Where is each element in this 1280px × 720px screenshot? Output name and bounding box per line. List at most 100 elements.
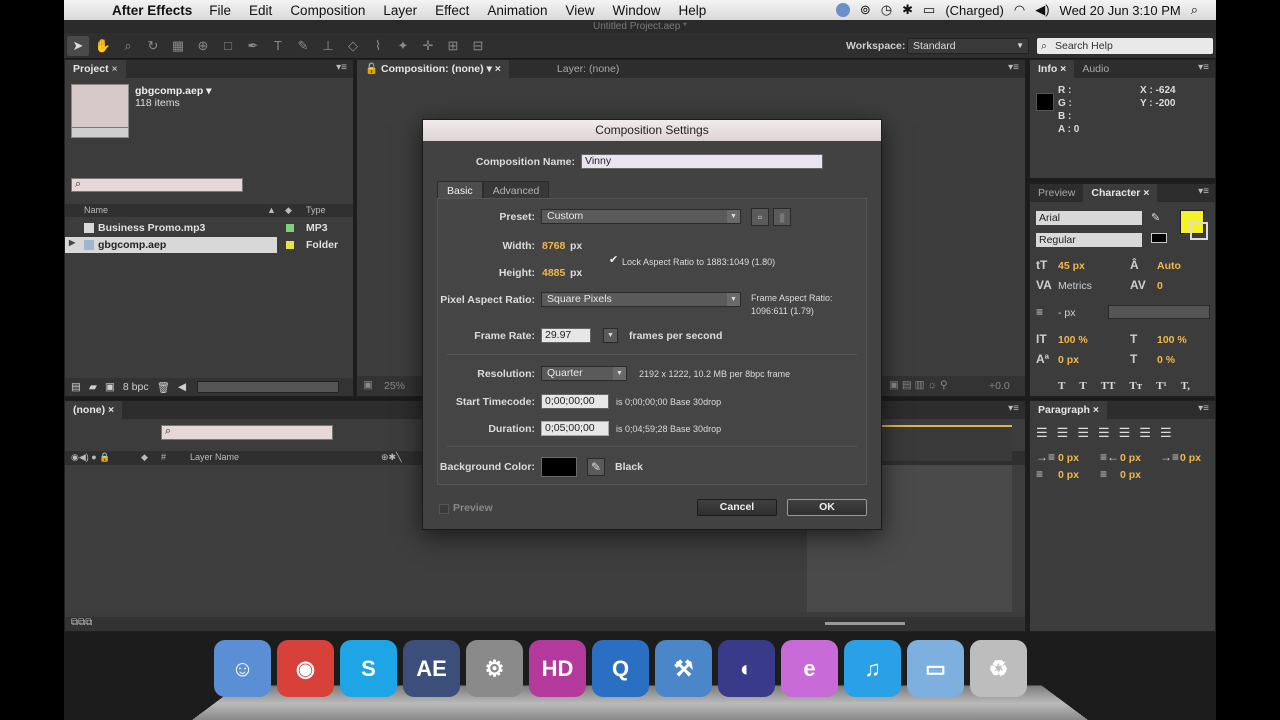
trash-icon[interactable]: 🗑 [157, 381, 170, 394]
exposure-value[interactable]: +0.0 [989, 380, 1010, 392]
height-value[interactable]: 4885 [542, 267, 565, 279]
tab-preview[interactable]: Preview [1030, 184, 1083, 202]
tab-info[interactable]: Info × [1030, 60, 1075, 78]
itunes-icon[interactable]: ♫ [844, 640, 901, 697]
font-size-value[interactable]: 45 px [1058, 260, 1085, 272]
bluetooth-icon[interactable]: ✱ [902, 2, 913, 18]
rotation-tool-icon[interactable]: ↻ [142, 36, 164, 56]
font-family-select[interactable]: Arial [1036, 211, 1142, 225]
name-column-header[interactable]: Name [84, 205, 108, 215]
interpret-footage-icon[interactable]: ▤ [71, 381, 81, 393]
subscript-button[interactable]: T, [1181, 380, 1190, 392]
superscript-button[interactable]: T¹ [1156, 380, 1167, 392]
menu-layer[interactable]: Layer [374, 3, 426, 18]
vertical-scale-value[interactable]: 100 % [1058, 334, 1088, 346]
tab-basic[interactable]: Basic [437, 181, 483, 199]
stroke-width-value[interactable]: - px [1058, 307, 1076, 319]
composition-name-field[interactable]: Vinny [581, 154, 823, 169]
eraser-tool-icon[interactable]: ◇ [342, 36, 364, 56]
scroll-left-icon[interactable]: ◀ [178, 381, 186, 393]
stroke-color-swatch[interactable] [1190, 222, 1208, 240]
battery-status[interactable]: (Charged) [945, 3, 1004, 18]
clock[interactable]: Wed 20 Jun 3:10 PM [1060, 3, 1181, 18]
space-before-value[interactable]: 0 px [1058, 469, 1079, 481]
eyedropper-icon[interactable]: ✎ [587, 458, 605, 476]
eyedropper-icon[interactable]: ✎ [1151, 211, 1160, 224]
tab-layer[interactable]: Layer: (none) [549, 60, 627, 78]
delete-preset-icon[interactable]: ▮ [773, 208, 791, 226]
panel-menu-icon[interactable]: ▾≡ [1198, 186, 1209, 197]
kerning-value[interactable]: Metrics [1058, 280, 1092, 292]
menu-file[interactable]: File [200, 3, 240, 18]
justify-last-left-icon[interactable]: ☰ [1098, 425, 1110, 441]
skype-icon[interactable]: S [340, 640, 397, 697]
eclipse-icon[interactable]: ◐ [718, 640, 775, 697]
lock-aspect-checkbox[interactable]: ✔ [609, 253, 618, 266]
camera-tool-icon[interactable]: ▦ [167, 36, 189, 56]
xcode-icon[interactable]: ⚒ [655, 640, 712, 697]
sort-arrow-icon[interactable]: ▲ [267, 205, 276, 215]
workspace-select[interactable]: Standard ▼ [907, 38, 1029, 54]
sync-icon[interactable] [835, 3, 850, 17]
tab-timeline[interactable]: (none) × [65, 401, 123, 419]
roto-brush-tool-icon[interactable]: ⌇ [367, 36, 389, 56]
puppet-tool-icon[interactable]: ✦ [392, 36, 414, 56]
world-axis-icon[interactable]: ⊞ [442, 36, 464, 56]
app-menu[interactable]: After Effects [98, 3, 200, 18]
baseline-shift-value[interactable]: 0 px [1058, 354, 1079, 366]
battery-icon[interactable]: ▭ [923, 2, 935, 18]
black-swatch[interactable] [1151, 233, 1167, 243]
bit-depth-button[interactable]: 8 bpc [123, 381, 149, 393]
project-row[interactable]: Business Promo.mp3 MP3 [65, 220, 353, 236]
pan-behind-tool-icon[interactable]: ⊕ [192, 36, 214, 56]
save-preset-icon[interactable]: ▫ [751, 208, 769, 226]
project-horizontal-scrollbar[interactable] [197, 381, 339, 393]
menu-composition[interactable]: Composition [281, 3, 374, 18]
finder-icon[interactable]: ☺ [214, 640, 271, 697]
indent-left-value[interactable]: 0 px [1058, 452, 1079, 464]
axis-mode-icon[interactable]: ✛ [417, 36, 439, 56]
preset-select[interactable]: Custom ▼ [541, 209, 741, 224]
remote-icon[interactable]: ⊚ [860, 2, 871, 18]
font-style-select[interactable]: Regular [1036, 233, 1142, 247]
preview-checkbox[interactable] [439, 504, 449, 514]
zoom-tool-icon[interactable]: ⌕ [117, 36, 139, 56]
align-left-icon[interactable]: ☰ [1036, 425, 1048, 441]
width-value[interactable]: 8768 [542, 240, 565, 252]
indent-right-value[interactable]: 0 px [1120, 452, 1141, 464]
new-composition-icon[interactable]: ▣ [105, 381, 115, 393]
panel-menu-icon[interactable]: ▾≡ [1198, 62, 1209, 73]
project-search-input[interactable]: ⌕ [71, 178, 243, 192]
system-preferences-icon[interactable]: ⚙ [466, 640, 523, 697]
zoom-level[interactable]: 25% [384, 380, 405, 392]
clone-stamp-tool-icon[interactable]: ⊥ [317, 36, 339, 56]
preview-label[interactable]: Preview [453, 502, 493, 514]
panel-menu-icon[interactable]: ▾≡ [1008, 403, 1019, 414]
space-after-value[interactable]: 0 px [1120, 469, 1141, 481]
hand-tool-icon[interactable]: ✋ [92, 36, 114, 56]
close-icon[interactable]: × [112, 63, 118, 75]
view-axis-icon[interactable]: ⊟ [467, 36, 489, 56]
after-effects-icon[interactable]: AE [403, 640, 460, 697]
align-center-icon[interactable]: ☰ [1057, 425, 1069, 441]
frame-rate-menu[interactable]: ▼ [603, 328, 618, 343]
label-column-icon[interactable]: ◆ [285, 205, 292, 216]
spotlight-icon[interactable]: ⌕ [1191, 2, 1198, 18]
horizontal-scale-value[interactable]: 100 % [1157, 334, 1187, 346]
type-column-header[interactable]: Type [306, 205, 326, 215]
pen-tool-icon[interactable]: ✒ [242, 36, 264, 56]
applications-folder-icon[interactable]: ▭ [907, 640, 964, 697]
type-tool-icon[interactable]: T [267, 36, 289, 56]
av-switches-icons[interactable]: ◉◀) ● 🔒 [71, 452, 110, 463]
brush-tool-icon[interactable]: ✎ [292, 36, 314, 56]
menu-view[interactable]: View [556, 3, 603, 18]
background-color-swatch[interactable] [541, 457, 577, 477]
lock-aspect-label[interactable]: Lock Aspect Ratio to 1883:1049 (1.80) [622, 257, 775, 267]
tracking-value[interactable]: 0 [1157, 280, 1163, 292]
justify-last-right-icon[interactable]: ☰ [1139, 425, 1151, 441]
search-help-input[interactable]: ⌕ Search Help [1037, 38, 1213, 54]
layer-name-column-header[interactable]: Layer Name [190, 452, 239, 462]
zoom-slider[interactable] [825, 622, 905, 625]
lock-icon[interactable]: 🔓 [365, 63, 378, 75]
all-caps-button[interactable]: TT [1101, 380, 1116, 392]
